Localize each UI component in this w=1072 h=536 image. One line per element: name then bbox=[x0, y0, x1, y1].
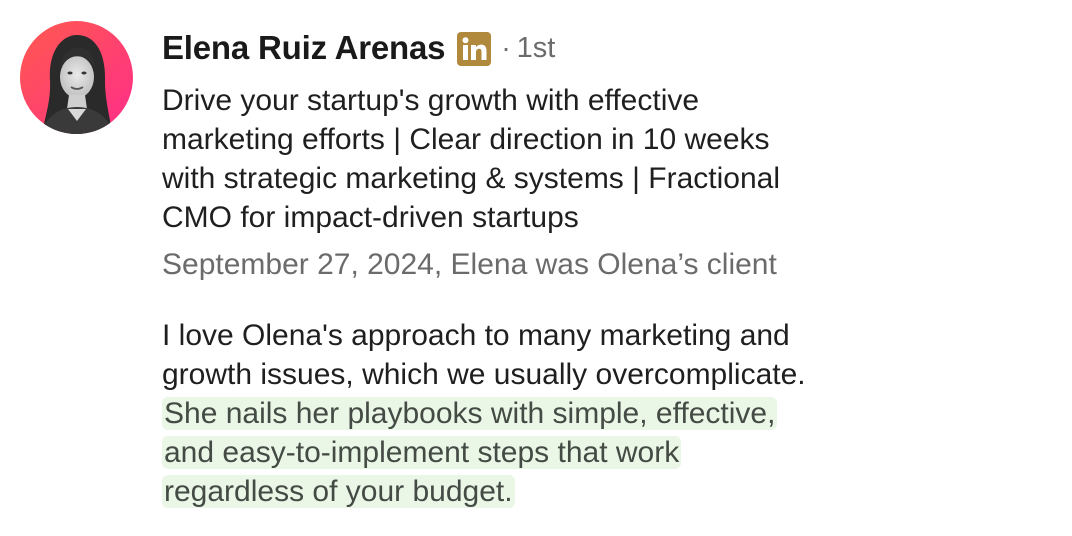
recommendation-card: Elena Ruiz Arenas · 1st Drive your start… bbox=[162, 24, 1042, 511]
highlighted-line: regardless of your budget. bbox=[162, 472, 922, 511]
highlighted-text: regardless of your budget. bbox=[162, 475, 515, 508]
recommendation-text: I love Olena's approach to many marketin… bbox=[162, 316, 922, 511]
highlighted-text: She nails her playbooks with simple, eff… bbox=[162, 397, 778, 430]
headline-line: marketing efforts | Clear direction in 1… bbox=[162, 123, 770, 156]
linkedin-logo-icon bbox=[457, 32, 492, 66]
headline-line: CMO for impact-driven startups bbox=[162, 201, 579, 234]
avatar-photo bbox=[20, 21, 133, 134]
recommendation-meta: September 27, 2024, Elena was Olena’s cl… bbox=[162, 248, 777, 281]
highlighted-line: and easy-to-implement steps that work bbox=[162, 433, 922, 472]
profile-headline: Drive your startup's growth with effecti… bbox=[162, 81, 862, 237]
connection-degree: 1st bbox=[516, 31, 556, 64]
name-row: Elena Ruiz Arenas · 1st bbox=[162, 24, 1042, 72]
headline-line: Drive your startup's growth with effecti… bbox=[162, 84, 700, 117]
avatar[interactable] bbox=[20, 21, 133, 134]
separator-dot: · bbox=[501, 32, 511, 63]
recommendation-line: growth issues, which we usually overcomp… bbox=[162, 358, 806, 391]
highlighted-line: She nails her playbooks with simple, eff… bbox=[162, 394, 922, 433]
recommendation-line: I love Olena's approach to many marketin… bbox=[162, 319, 790, 352]
profile-name[interactable]: Elena Ruiz Arenas bbox=[162, 29, 446, 67]
highlighted-text: and easy-to-implement steps that work bbox=[162, 436, 682, 469]
headline-line: with strategic marketing & systems | Fra… bbox=[162, 162, 780, 195]
